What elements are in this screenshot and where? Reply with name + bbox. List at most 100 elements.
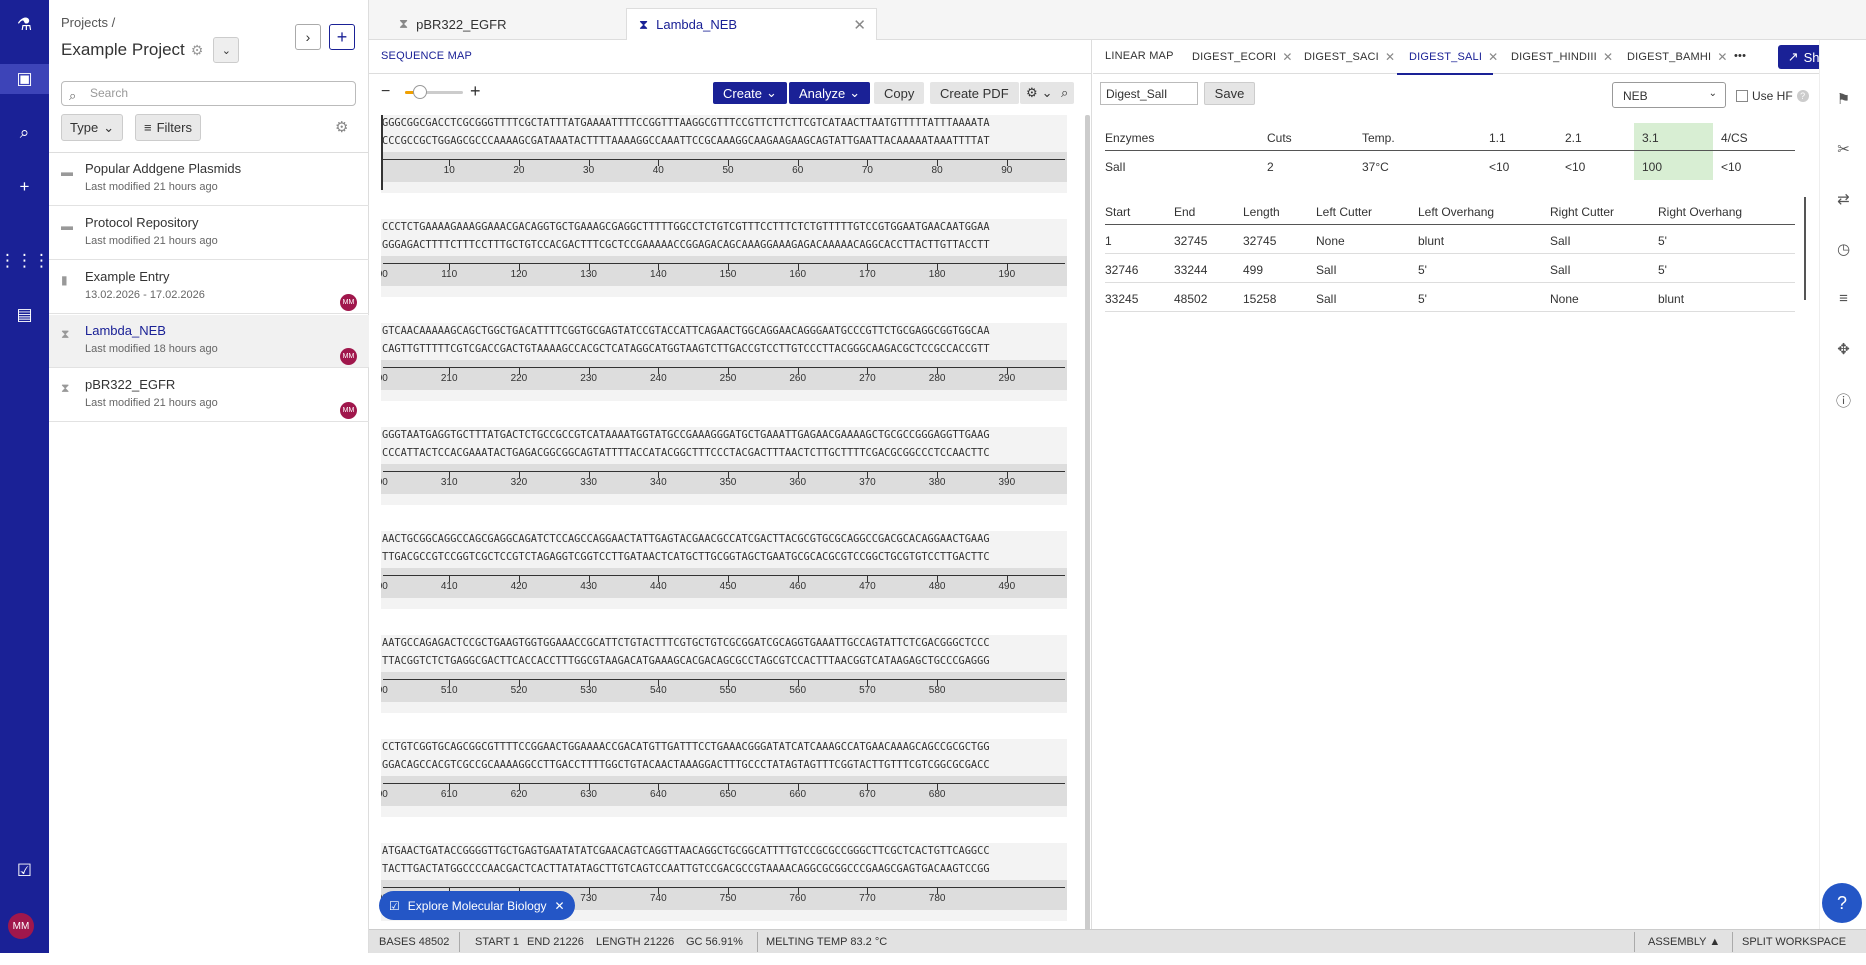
primers-icon[interactable]: ⇄ — [1820, 190, 1866, 208]
sequence-block[interactable]: AACTGCGGCAGGCCAGCGAGGCAGATCTCCAGCCAGGAAC… — [381, 531, 1067, 609]
list-item[interactable]: ⧗ Lambda_NEB Last modified 18 hours ago … — [49, 315, 369, 368]
breadcrumb[interactable]: Projects / — [61, 15, 115, 30]
table-scrollbar[interactable] — [1804, 197, 1806, 300]
sequence-forward-strand[interactable]: CCCTCTGAAAAGAAAGGAAACGACAGGTGCTGAAAGCGAG… — [382, 221, 1066, 233]
crispr-icon[interactable]: ✥ — [1820, 340, 1866, 358]
sequence-reverse-strand[interactable]: GGGAGACTTTTCTTTCCTTTGCTGTCCACGACTTTCGCTC… — [382, 239, 1066, 251]
more-tabs-icon[interactable]: ••• — [1734, 50, 1746, 62]
tool-rail: ⚑ ✂ ⇄ ◷ ≡ ✥ ⓘ — [1819, 40, 1866, 929]
scissors-icon[interactable]: ✂ — [1820, 140, 1866, 158]
table-row[interactable]: 1 32745 32745 None blunt SalI 5' — [1105, 226, 1795, 254]
tab-digest-ecori[interactable]: DIGEST_ECORI ✕ — [1192, 50, 1293, 64]
close-icon[interactable]: ✕ — [1385, 50, 1395, 64]
list-item[interactable]: ▬ Protocol Repository Last modified 21 h… — [49, 207, 369, 260]
collapse-button[interactable]: › — [295, 24, 321, 50]
sequence-forward-strand[interactable]: AACTGCGGCAGGCCAGCGAGGCAGATCTCCAGCCAGGAAC… — [382, 533, 1066, 545]
close-icon[interactable]: ✕ — [1282, 50, 1292, 64]
close-icon[interactable]: ✕ — [1603, 50, 1613, 64]
help-icon[interactable]: ? — [1796, 90, 1809, 102]
sequence-forward-strand[interactable]: GGGTAATGAGGTGCTTTATGACTCTGCCGCCGTCATAAAA… — [382, 429, 1066, 441]
sequence-reverse-strand[interactable]: TTGACGCCGTCCGGTCGCTCCGTCTAGAGGTCGGTCCTTG… — [382, 551, 1066, 563]
split-workspace-button[interactable]: SPLIT WORKSPACE — [1742, 936, 1846, 948]
sequence-forward-strand[interactable]: GTCAACAAAAAGCAGCTGGCTGACATTTTCGGTGCGAGTA… — [382, 325, 1066, 337]
sequence-forward-strand[interactable]: ATGAACTGATACCGGGGTTGCTGAGTGAATATATCGAACA… — [382, 845, 1066, 857]
gear-icon[interactable]: ⚙ — [191, 42, 204, 59]
tab-lambda-neb[interactable]: ⧗ Lambda_NEB ✕ — [626, 8, 877, 40]
search-input[interactable]: ⌕ Search — [61, 81, 356, 106]
list-item[interactable]: ▬ Popular Addgene Plasmids Last modified… — [49, 153, 369, 206]
sequence-forward-strand[interactable]: GGGCGGCGACCTCGCGGGTTTTCGCTATTTATGAAAATTT… — [382, 117, 1066, 129]
app-logo-icon[interactable]: ⚗ — [0, 10, 49, 40]
tab-digest-hindiii[interactable]: DIGEST_HINDIII ✕ — [1511, 50, 1613, 64]
create-pdf-button[interactable]: Create PDF — [930, 82, 1019, 104]
assembly-button[interactable]: ASSEMBLY ▲ — [1648, 936, 1720, 948]
create-button[interactable]: Create ⌄ — [713, 82, 787, 104]
table-cell: 32746 — [1105, 263, 1139, 277]
table-row[interactable]: 32746 33244 499 SalI 5' SalI 5' — [1105, 255, 1795, 283]
inventory-icon[interactable]: ▤ — [0, 300, 49, 330]
table-row[interactable]: 33245 48502 15258 SalI 5' None blunt — [1105, 284, 1795, 312]
sequence-reverse-strand[interactable]: TACTTGACTATGGCCCCAACGACTCACTTATATAGCTTGT… — [382, 863, 1066, 875]
bookmark-icon[interactable]: ⚑ — [1820, 90, 1866, 108]
sequence-block[interactable]: CCTGTCGGTGCAGCGGCGTTTTCCGGAACTGGAAAACCGA… — [381, 739, 1067, 817]
sequence-reverse-strand[interactable]: CAGTTGTTTTTCGTCGACCGACTGTAAAAGCCACGCTCAT… — [382, 343, 1066, 355]
projects-icon[interactable]: ▣ — [0, 64, 49, 94]
sequence-forward-strand[interactable]: AATGCCAGAGACTCCGCTGAAGTGGTGGAAACCGCATTCT… — [382, 637, 1066, 649]
close-icon[interactable]: ✕ — [1488, 50, 1498, 64]
sequence-block[interactable]: GGGTAATGAGGTGCTTTATGACTCTGCCGCCGTCATAAAA… — [381, 427, 1067, 505]
sequence-reverse-strand[interactable]: CCCATTACTCCACGAAATACTGAGACGGCGGCAGTATTTT… — [382, 447, 1066, 459]
zoom-out-button[interactable]: − — [381, 83, 390, 101]
scrollbar[interactable] — [1085, 115, 1090, 935]
help-button[interactable]: ? — [1822, 883, 1862, 923]
sort-settings-icon[interactable]: ⚙ — [335, 118, 348, 136]
search-icon[interactable]: ⌕ — [0, 118, 49, 148]
type-filter-button[interactable]: Type ⌄ — [61, 114, 124, 141]
analyze-button[interactable]: Analyze ⌄ — [789, 82, 871, 104]
close-icon[interactable]: ✕ — [555, 899, 565, 913]
zoom-slider-handle[interactable] — [412, 85, 427, 99]
tasks-icon[interactable]: ☑ — [0, 856, 49, 886]
tab-linear-map[interactable]: LINEAR MAP — [1105, 50, 1174, 62]
save-button[interactable]: Save — [1204, 82, 1255, 105]
apps-grid-icon[interactable]: ⋮⋮⋮ — [0, 246, 50, 276]
sequence-reverse-strand[interactable]: GGACAGCCACGTCGCCGCAAAAGGCCTTGACCTTTTGGCT… — [382, 759, 1066, 771]
use-hf-toggle[interactable]: Use HF ? — [1736, 89, 1809, 103]
sequence-block[interactable]: GGGCGGCGACCTCGCGGGTTTTCGCTATTTATGAAAATTT… — [381, 115, 1067, 193]
new-item-button[interactable]: + — [329, 24, 355, 50]
tab-pbr322-egfr[interactable]: ⧗ pBR322_EGFR — [387, 8, 617, 40]
filters-label: Filters — [156, 120, 192, 135]
close-icon[interactable]: ✕ — [853, 16, 866, 34]
ruler-tick-label: 770 — [859, 893, 876, 904]
copy-button[interactable]: Copy — [874, 82, 925, 104]
zoom-in-button[interactable]: + — [470, 81, 481, 102]
list-item[interactable]: ⧗ pBR322_EGFR Last modified 21 hours ago… — [49, 369, 369, 422]
user-avatar[interactable]: MM — [8, 913, 34, 939]
buffer-select[interactable]: NEB ⌄ — [1612, 82, 1726, 108]
filters-button[interactable]: ≡ Filters — [135, 114, 201, 141]
table-row[interactable]: SalI 2 37°C <10 <10 100 <10 — [1105, 152, 1795, 180]
list-item[interactable]: ▮ Example Entry 13.02.2026 - 17.02.2026 … — [49, 261, 369, 314]
history-icon[interactable]: ◷ — [1820, 240, 1866, 258]
tab-digest-bamhi[interactable]: DIGEST_BAMHI ✕ — [1627, 50, 1728, 64]
align-icon[interactable]: ≡ — [1820, 290, 1866, 307]
info-icon[interactable]: ⓘ — [1820, 390, 1866, 411]
settings-button[interactable]: ⚙ ⌄ — [1020, 82, 1059, 104]
explore-banner[interactable]: ☑ Explore Molecular Biology ✕ — [379, 891, 575, 920]
find-button[interactable]: ⌕ — [1055, 82, 1075, 104]
digest-name-field[interactable]: Digest_SalI — [1100, 82, 1198, 105]
add-icon[interactable]: + — [0, 172, 49, 202]
sequence-view[interactable]: GGGCGGCGACCTCGCGGGTTTTCGCTATTTATGAAAATTT… — [381, 115, 1069, 965]
project-dropdown-button[interactable]: ⌄ — [213, 37, 240, 63]
tab-digest-sali[interactable]: DIGEST_SALI ✕ — [1409, 50, 1498, 64]
sequence-block[interactable]: AATGCCAGAGACTCCGCTGAAGTGGTGGAAACCGCATTCT… — [381, 635, 1067, 713]
panel-title[interactable]: SEQUENCE MAP — [381, 50, 472, 62]
ruler-axis — [383, 367, 1065, 368]
sequence-block[interactable]: CCCTCTGAAAAGAAAGGAAACGACAGGTGCTGAAAGCGAG… — [381, 219, 1067, 297]
close-icon[interactable]: ✕ — [1717, 50, 1727, 64]
sequence-reverse-strand[interactable]: CCCGCCGCTGGAGCGCCCAAAAGCGATAAATACTTTTAAA… — [382, 135, 1066, 147]
sequence-reverse-strand[interactable]: TTACGGTCTCTGAGGCGACTTCACCACCTTTGGCGTAAGA… — [382, 655, 1066, 667]
tab-digest-saci[interactable]: DIGEST_SACI ✕ — [1304, 50, 1395, 64]
use-hf-checkbox[interactable] — [1736, 90, 1748, 102]
sequence-forward-strand[interactable]: CCTGTCGGTGCAGCGGCGTTTTCCGGAACTGGAAAACCGA… — [382, 741, 1066, 753]
sequence-block[interactable]: GTCAACAAAAAGCAGCTGGCTGACATTTTCGGTGCGAGTA… — [381, 323, 1067, 401]
